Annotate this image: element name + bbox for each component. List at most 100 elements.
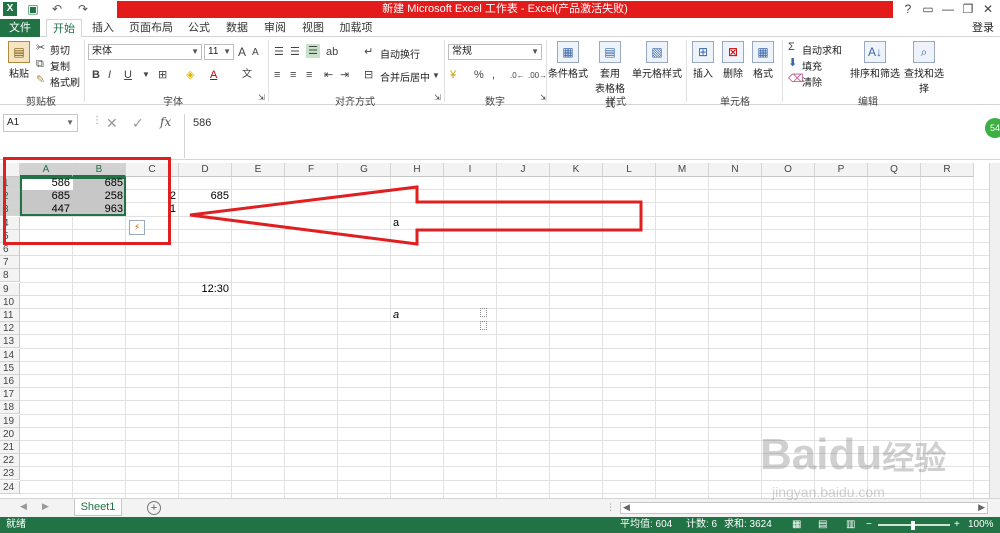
format-painter-button[interactable]: 格式刷 — [50, 74, 80, 89]
decrease-decimal-icon[interactable]: .00→ — [528, 69, 547, 83]
format-cells-button[interactable]: ▦ 格式 — [750, 41, 776, 80]
column-header-r[interactable]: R — [921, 163, 974, 177]
column-header-f[interactable]: F — [285, 163, 338, 177]
align-bottom-icon[interactable]: ☰ — [306, 44, 320, 58]
clear-button[interactable]: 清除 — [802, 74, 822, 89]
scroll-left-icon[interactable]: ◀ — [623, 502, 630, 513]
fill-button[interactable]: 填充 — [802, 58, 822, 73]
underline-dropdown-icon[interactable]: ▼ — [142, 68, 150, 82]
minimize-button[interactable]: — — [938, 1, 958, 17]
column-header-l[interactable]: L — [603, 163, 656, 177]
tab-review[interactable]: 审阅 — [260, 19, 290, 37]
row-header-11[interactable]: 11 — [0, 309, 20, 322]
column-header-e[interactable]: E — [232, 163, 285, 177]
restore-button[interactable]: ❐ — [958, 1, 978, 17]
row-header-20[interactable]: 20 — [0, 427, 20, 441]
italic-button[interactable]: I — [108, 68, 111, 82]
undo-icon[interactable]: ↶ — [50, 2, 64, 16]
row-header-12[interactable]: 12 — [0, 322, 20, 336]
align-middle-icon[interactable]: ☰ — [290, 45, 300, 59]
row-header-8[interactable]: 8 — [0, 269, 20, 283]
cancel-entry-icon[interactable]: ✕ — [106, 115, 118, 132]
fill-color-icon[interactable]: ◈ — [186, 68, 194, 82]
page-break-view-icon[interactable]: ▥ — [846, 517, 855, 533]
font-size-combo[interactable]: 11 ▼ — [204, 44, 234, 60]
increase-decimal-icon[interactable]: .0← — [510, 69, 525, 83]
autosum-button[interactable]: 自动求和 — [802, 42, 842, 57]
conditional-format-button[interactable]: ▦ 条件格式 — [548, 41, 588, 80]
insert-cells-button[interactable]: ⊞ 插入 — [690, 41, 716, 80]
phonetic-icon[interactable]: 文 — [242, 68, 252, 82]
align-left-icon[interactable]: ≡ — [274, 68, 280, 82]
column-header-g[interactable]: G — [338, 163, 391, 177]
zoom-slider-handle[interactable] — [911, 521, 915, 530]
wrap-text-button[interactable]: 自动换行 — [380, 46, 420, 61]
tab-view[interactable]: 视图 — [298, 19, 328, 37]
row-header-14[interactable]: 14 — [0, 348, 20, 362]
page-layout-view-icon[interactable]: ▤ — [818, 517, 827, 533]
row-header-22[interactable]: 22 — [0, 454, 20, 468]
column-header-i[interactable]: I — [444, 163, 497, 177]
insert-function-icon[interactable]: fx — [160, 115, 171, 129]
row-header-24[interactable]: 24 — [0, 480, 20, 494]
align-top-icon[interactable]: ☰ — [274, 45, 284, 59]
align-right-icon[interactable]: ≡ — [306, 68, 312, 82]
column-header-n[interactable]: N — [709, 163, 762, 177]
row-header-16[interactable]: 16 — [0, 375, 20, 388]
row-header-18[interactable]: 18 — [0, 401, 20, 415]
delete-cells-button[interactable]: ⊠ 删除 — [720, 41, 746, 80]
sort-filter-button[interactable]: A↓ 排序和筛选 — [850, 41, 900, 80]
paste-button[interactable]: ▤ 粘贴 — [6, 41, 32, 80]
tab-addins[interactable]: 加载项 — [336, 19, 376, 37]
next-sheet-icon[interactable]: ▶ — [42, 501, 49, 512]
confirm-entry-icon[interactable]: ✓ — [132, 115, 144, 132]
currency-icon[interactable]: ¥ — [450, 68, 456, 82]
cell-d9[interactable]: 12:30 — [179, 283, 231, 296]
floating-badge[interactable]: 54 — [985, 118, 1000, 138]
row-header-7[interactable]: 7 — [0, 256, 20, 270]
formula-input[interactable]: 586 — [184, 114, 984, 158]
cell-h11[interactable]: a — [391, 309, 443, 322]
row-header-23[interactable]: 23 — [0, 467, 20, 481]
increase-indent-icon[interactable]: ⇥ — [340, 68, 349, 82]
decrease-indent-icon[interactable]: ⇤ — [324, 68, 333, 82]
scroll-right-icon[interactable]: ▶ — [978, 502, 985, 513]
ribbon-display-button[interactable]: ▭ — [918, 1, 938, 17]
percent-button[interactable]: % — [474, 68, 484, 82]
zoom-out-icon[interactable]: − — [866, 517, 872, 533]
copy-button[interactable]: 复制 — [50, 58, 70, 73]
underline-button[interactable]: U — [124, 68, 132, 82]
name-box[interactable]: A1 ▼ — [3, 114, 78, 132]
dialog-launcher-icon[interactable]: ⇲ — [434, 91, 441, 105]
shrink-font-icon[interactable]: A — [252, 46, 259, 60]
orientation-icon[interactable]: ab — [326, 45, 338, 59]
column-header-m[interactable]: M — [656, 163, 709, 177]
row-header-10[interactable]: 10 — [0, 295, 20, 309]
dialog-launcher-icon[interactable]: ⇲ — [258, 91, 265, 105]
cell-style-button[interactable]: ▧ 单元格样式 — [632, 41, 682, 80]
tab-formulas[interactable]: 公式 — [184, 19, 214, 37]
horizontal-scrollbar[interactable]: ◀ ▶ — [620, 502, 988, 514]
tab-file[interactable]: 文件 — [0, 19, 40, 37]
tab-home[interactable]: 开始 — [46, 19, 82, 38]
align-center-icon[interactable]: ≡ — [290, 68, 296, 82]
row-header-19[interactable]: 19 — [0, 414, 20, 428]
sheet-tab[interactable]: Sheet1 — [74, 499, 122, 516]
tab-insert[interactable]: 插入 — [88, 19, 118, 37]
bold-button[interactable]: B — [92, 68, 100, 82]
column-header-j[interactable]: J — [497, 163, 550, 177]
tab-page-layout[interactable]: 页面布局 — [124, 19, 178, 37]
column-header-o[interactable]: O — [762, 163, 815, 177]
column-header-d[interactable]: D — [179, 163, 232, 177]
save-icon[interactable]: ▣ — [26, 2, 40, 16]
row-header-21[interactable]: 21 — [0, 441, 20, 454]
column-header-q[interactable]: Q — [868, 163, 921, 177]
comma-button[interactable]: , — [492, 68, 495, 82]
column-header-h[interactable]: H — [391, 163, 444, 177]
find-select-button[interactable]: ⌕ 查找和选择 — [900, 41, 948, 95]
cut-button[interactable]: 剪切 — [50, 42, 70, 57]
font-name-combo[interactable]: 宋体 ▼ — [88, 44, 202, 60]
row-header-9[interactable]: 9 — [0, 282, 20, 296]
normal-view-icon[interactable]: ▦ — [792, 517, 801, 533]
font-color-icon[interactable]: A — [210, 68, 217, 82]
